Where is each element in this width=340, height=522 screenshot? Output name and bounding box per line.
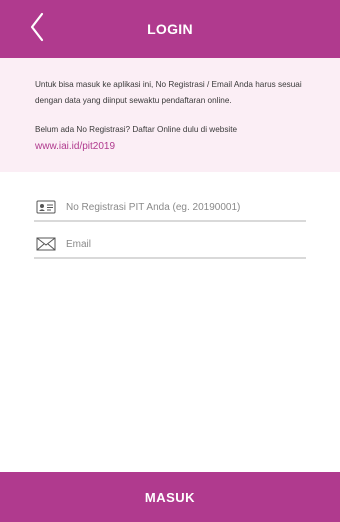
registration-input[interactable] — [66, 201, 296, 213]
info-text: Untuk bisa masuk ke aplikasi ini, No Reg… — [35, 80, 302, 105]
email-input[interactable] — [66, 238, 296, 250]
register-hint-text: Belum ada No Registrasi? Daftar Online d… — [35, 125, 238, 134]
page-title: LOGIN — [147, 21, 193, 37]
info-panel: Untuk bisa masuk ke aplikasi ini, No Reg… — [0, 58, 340, 172]
app-header: LOGIN — [0, 0, 340, 58]
envelope-icon — [36, 236, 56, 252]
back-button[interactable] — [22, 10, 52, 44]
website-link[interactable]: www.iai.id/pit2019 — [35, 139, 115, 155]
email-field — [34, 231, 306, 259]
submit-button[interactable]: MASUK — [0, 472, 340, 522]
submit-button-label: MASUK — [144, 489, 196, 505]
id-card-icon — [36, 199, 56, 215]
registration-field — [34, 194, 306, 222]
chevron-left-icon — [30, 12, 44, 42]
